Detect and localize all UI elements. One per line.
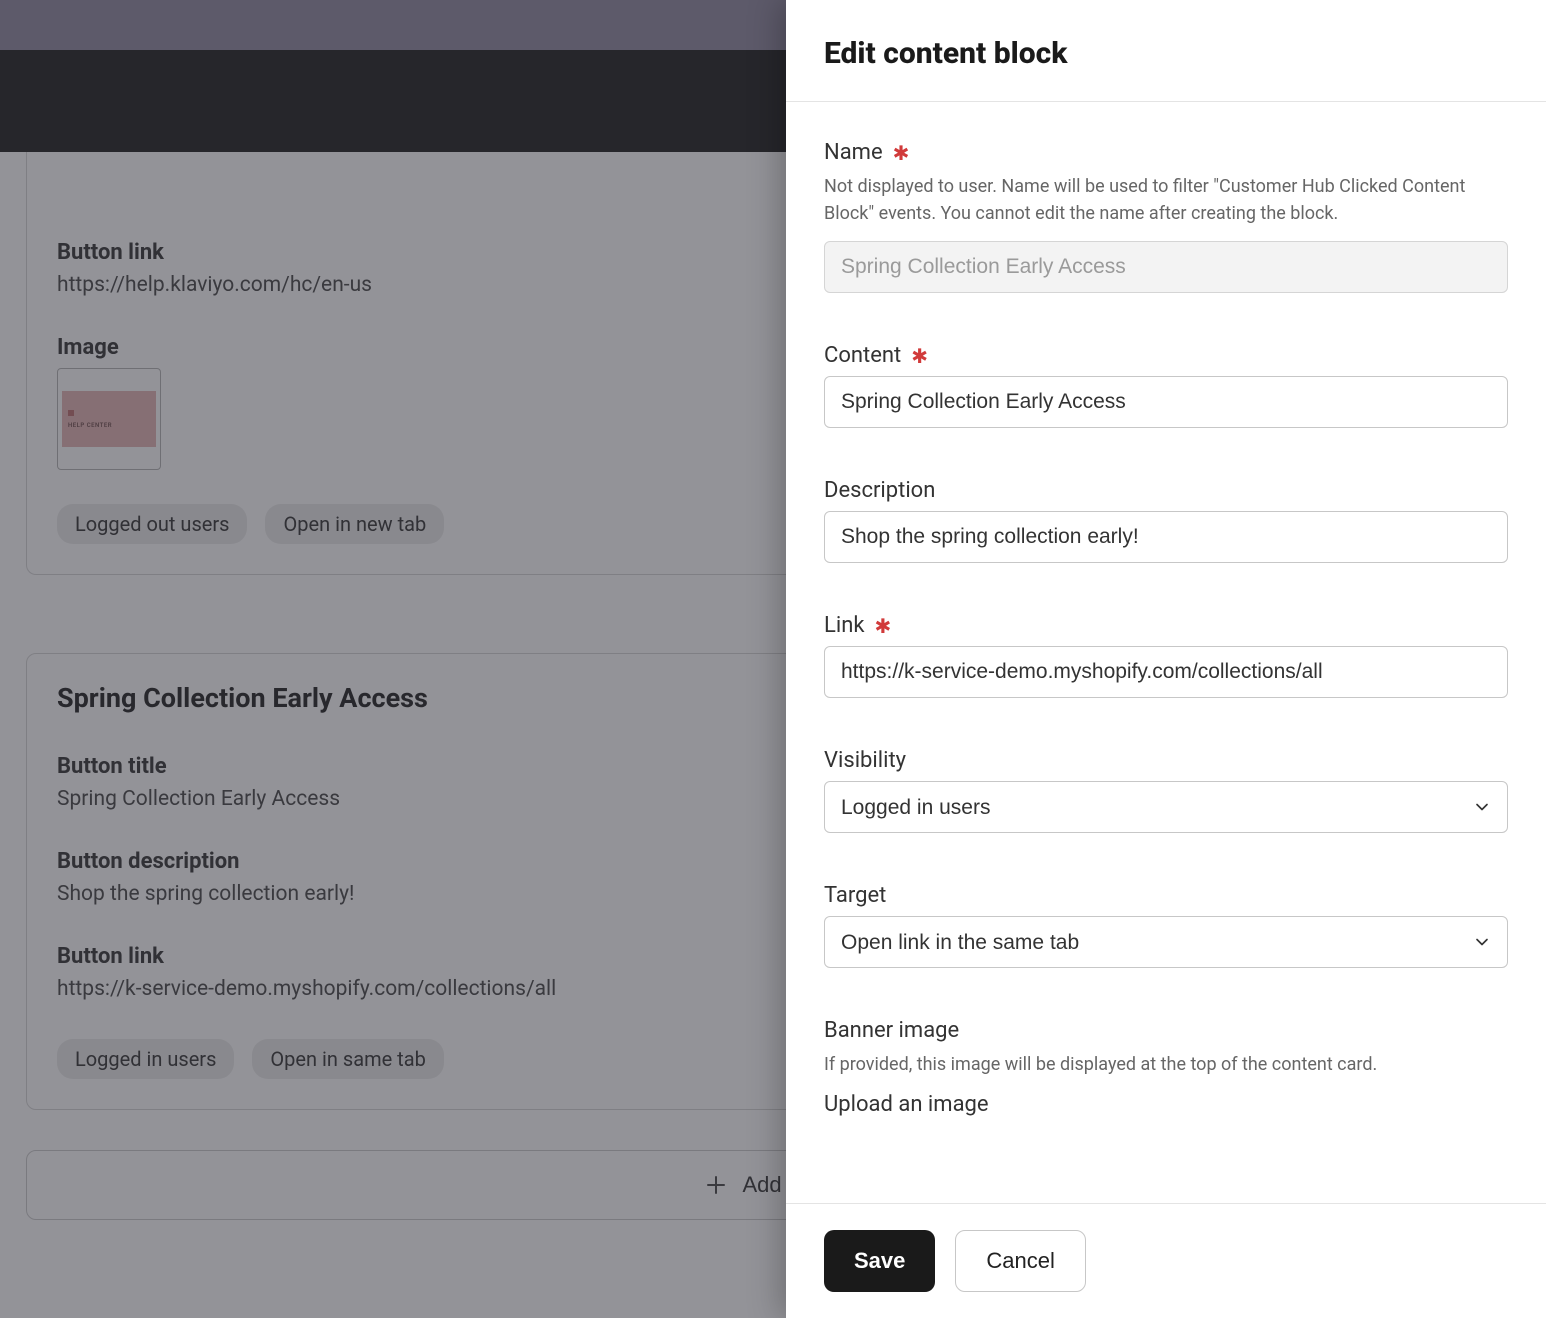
field-label: Link ✱ <box>824 613 1508 638</box>
cancel-button[interactable]: Cancel <box>955 1230 1085 1292</box>
required-asterisk-icon: ✱ <box>893 143 910 163</box>
content-input[interactable] <box>824 376 1508 428</box>
field-label: Content ✱ <box>824 343 1508 368</box>
panel-body: Name ✱ Not displayed to user. Name will … <box>786 102 1546 1203</box>
form-group-description: Description <box>824 478 1508 563</box>
form-group-visibility: Visibility Logged in users <box>824 748 1508 833</box>
visibility-select[interactable]: Logged in users <box>824 781 1508 833</box>
label-text: Banner image <box>824 1018 959 1043</box>
label-text: Name <box>824 140 883 165</box>
required-asterisk-icon: ✱ <box>911 346 928 366</box>
panel-footer: Save Cancel <box>786 1203 1546 1318</box>
form-group-target: Target Open link in the same tab <box>824 883 1508 968</box>
field-label: Target <box>824 883 1508 908</box>
description-input[interactable] <box>824 511 1508 563</box>
form-group-name: Name ✱ Not displayed to user. Name will … <box>824 140 1508 293</box>
label-text: Visibility <box>824 748 906 773</box>
label-text: Description <box>824 478 935 503</box>
field-help-text: Not displayed to user. Name will be used… <box>824 173 1508 227</box>
required-asterisk-icon: ✱ <box>875 616 892 636</box>
field-help-text: If provided, this image will be displaye… <box>824 1051 1508 1078</box>
form-group-banner: Banner image If provided, this image wil… <box>824 1018 1508 1117</box>
target-select[interactable]: Open link in the same tab <box>824 916 1508 968</box>
form-group-link: Link ✱ <box>824 613 1508 698</box>
upload-image-label[interactable]: Upload an image <box>824 1092 1508 1117</box>
panel-title: Edit content block <box>824 36 1508 71</box>
link-input[interactable] <box>824 646 1508 698</box>
label-text: Link <box>824 613 865 638</box>
field-label: Description <box>824 478 1508 503</box>
edit-content-block-panel: Edit content block Name ✱ Not displayed … <box>786 0 1546 1318</box>
panel-header: Edit content block <box>786 0 1546 102</box>
field-label: Name ✱ <box>824 140 1508 165</box>
field-label: Visibility <box>824 748 1508 773</box>
save-button[interactable]: Save <box>824 1230 935 1292</box>
name-input <box>824 241 1508 293</box>
label-text: Target <box>824 883 886 908</box>
field-label: Banner image <box>824 1018 1508 1043</box>
form-group-content: Content ✱ <box>824 343 1508 428</box>
label-text: Content <box>824 343 901 368</box>
